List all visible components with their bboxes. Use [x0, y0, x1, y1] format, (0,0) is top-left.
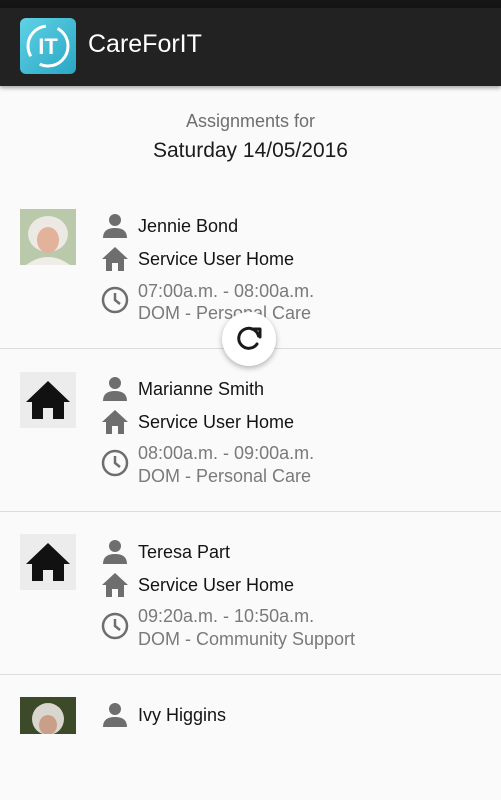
logo-text: IT: [38, 34, 58, 59]
person-icon: [100, 700, 130, 730]
assignments-date: Saturday 14/05/2016: [153, 139, 348, 162]
home-icon: [100, 244, 130, 274]
service-user-name: Jennie Bond: [138, 216, 239, 236]
home-icon: [20, 372, 76, 428]
refresh-icon: [237, 326, 262, 350]
service-user-name: Ivy Higgins: [138, 705, 227, 725]
app-logo: IT: [20, 18, 76, 74]
home-icon: [100, 570, 130, 600]
assignment-card[interactable]: Teresa Part Service User Home 09:20a.m. …: [0, 512, 501, 674]
assignments-subtitle: Assignments for: [185, 111, 316, 131]
person-icon: [100, 374, 130, 404]
service-user-name: Teresa Part: [138, 542, 231, 562]
location-label: Service User Home: [138, 412, 295, 432]
service-type: DOM - Personal Care: [138, 466, 312, 486]
time-range: 07:00a.m. - 08:00a.m.: [138, 281, 315, 301]
location-label: Service User Home: [138, 249, 295, 269]
time-range: 08:00a.m. - 09:00a.m.: [138, 443, 315, 463]
clock-icon: [100, 611, 130, 641]
service-type: DOM - Community Support: [138, 629, 356, 649]
assignment-card[interactable]: Ivy Higgins: [0, 675, 501, 800]
person-icon: [100, 537, 130, 567]
clock-icon: [100, 448, 130, 478]
home-icon: [100, 407, 130, 437]
app-title: CareForIT: [88, 30, 202, 58]
clock-icon: [100, 285, 130, 315]
home-icon: [20, 534, 76, 590]
status-bar: [0, 0, 501, 8]
service-user-name: Marianne Smith: [138, 379, 265, 399]
service-user-photo: [20, 209, 76, 265]
refresh-button[interactable]: [222, 312, 276, 366]
app-bar: IT CareForIT: [0, 8, 501, 86]
assignment-card[interactable]: Marianne Smith Service User Home 08:00a.…: [0, 349, 501, 511]
service-user-photo: [20, 697, 76, 734]
person-icon: [100, 211, 130, 241]
location-label: Service User Home: [138, 575, 295, 595]
time-range: 09:20a.m. - 10:50a.m.: [138, 606, 315, 626]
